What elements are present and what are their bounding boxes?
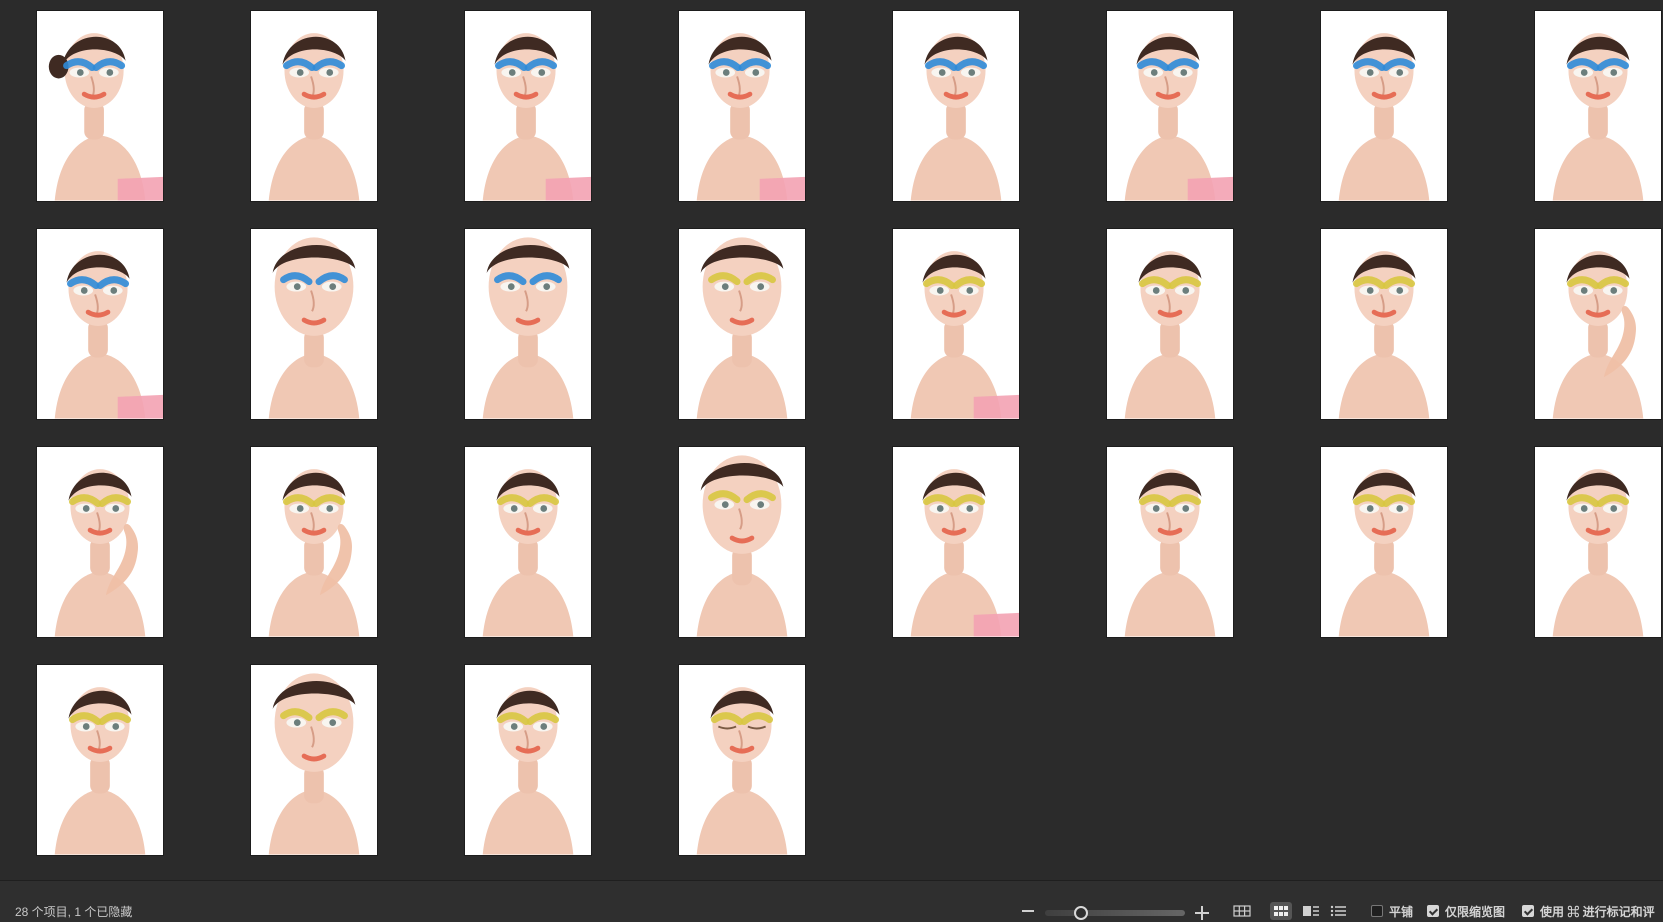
portrait-image <box>679 229 805 419</box>
portrait-image <box>37 665 163 855</box>
photo-thumbnail[interactable] <box>1320 446 1448 638</box>
portrait-image <box>465 665 591 855</box>
portrait-image <box>1321 229 1447 419</box>
portrait-image <box>37 229 163 419</box>
photo-thumbnail[interactable] <box>678 664 806 856</box>
portrait-image <box>251 229 377 419</box>
photo-thumbnail[interactable] <box>464 664 592 856</box>
grid-small-icon[interactable] <box>1270 902 1292 920</box>
portrait-image <box>1321 11 1447 201</box>
portrait-image <box>465 11 591 201</box>
photo-thumbnail[interactable] <box>1106 228 1234 420</box>
tile-label: 平铺 <box>1389 904 1414 919</box>
photo-thumbnail[interactable] <box>464 10 592 202</box>
photo-thumbnail[interactable] <box>892 10 1020 202</box>
portrait-image <box>893 11 1019 201</box>
photo-thumbnail[interactable] <box>36 10 164 202</box>
portrait-image <box>679 665 805 855</box>
photo-thumbnail[interactable] <box>36 228 164 420</box>
status-bar: 28 个项目, 1 个已隐藏 平铺 仅限缩览图 使用 ⌘ 进行标记和评 <box>0 880 1663 922</box>
photo-thumbnail[interactable] <box>1534 228 1662 420</box>
photo-thumbnail[interactable] <box>1320 228 1448 420</box>
photo-thumbnail[interactable] <box>36 664 164 856</box>
portrait-image <box>679 447 805 637</box>
photo-thumbnail[interactable] <box>250 228 378 420</box>
photo-thumbnail[interactable] <box>250 10 378 202</box>
portrait-image <box>893 229 1019 419</box>
portrait-image <box>37 447 163 637</box>
portrait-image <box>1535 447 1661 637</box>
portrait-image <box>251 665 377 855</box>
portrait-image <box>679 11 805 201</box>
photo-thumbnail[interactable] <box>1106 10 1234 202</box>
photo-thumbnail[interactable] <box>250 664 378 856</box>
photo-thumbnail[interactable] <box>250 446 378 638</box>
zoom-out-icon[interactable] <box>1020 894 1036 912</box>
photo-thumbnail[interactable] <box>892 446 1020 638</box>
photo-thumbnail[interactable] <box>464 228 592 420</box>
slider-thumb[interactable] <box>1074 906 1088 920</box>
thumbnail-size-slider[interactable] <box>1045 906 1185 920</box>
thumbnail-only-label: 仅限缩览图 <box>1445 904 1506 919</box>
portrait-image <box>251 447 377 637</box>
photo-thumbnail[interactable] <box>1534 10 1662 202</box>
portrait-image <box>465 229 591 419</box>
portrait-image <box>465 447 591 637</box>
photo-browser-window: 28 个项目, 1 个已隐藏 平铺 仅限缩览图 使用 ⌘ 进行标记和评 <box>0 0 1663 922</box>
photo-thumbnail[interactable] <box>1106 446 1234 638</box>
details-view-icon[interactable] <box>1328 902 1350 920</box>
grid-large-icon[interactable] <box>1231 902 1253 920</box>
photo-thumbnail[interactable] <box>678 228 806 420</box>
photo-thumbnail[interactable] <box>1320 10 1448 202</box>
tile-option[interactable]: 平铺 <box>1371 902 1413 920</box>
photo-thumbnail[interactable] <box>678 10 806 202</box>
portrait-image <box>1321 447 1447 637</box>
photo-grid[interactable] <box>0 0 1663 880</box>
thumbnail-only-option[interactable]: 仅限缩览图 <box>1427 902 1505 920</box>
portrait-image <box>1535 229 1661 419</box>
portrait-image <box>251 11 377 201</box>
photo-thumbnail[interactable] <box>464 446 592 638</box>
portrait-image <box>1107 11 1233 201</box>
list-view-icon[interactable] <box>1300 902 1322 920</box>
photo-thumbnail[interactable] <box>36 446 164 638</box>
photo-thumbnail[interactable] <box>1534 446 1662 638</box>
photo-thumbnail[interactable] <box>892 228 1020 420</box>
portrait-image <box>1535 11 1661 201</box>
portrait-image <box>37 11 163 201</box>
item-count-label: 28 个项目, 1 个已隐藏 <box>15 905 133 919</box>
use-command-checkbox-icon[interactable] <box>1522 905 1534 917</box>
tile-checkbox-icon[interactable] <box>1371 905 1383 917</box>
portrait-image <box>893 447 1019 637</box>
slider-track <box>1045 910 1185 916</box>
zoom-in-icon[interactable] <box>1194 905 1210 921</box>
use-command-option[interactable]: 使用 ⌘ 进行标记和评 <box>1522 902 1655 920</box>
thumbnail-only-checkbox-icon[interactable] <box>1427 905 1439 917</box>
portrait-image <box>1107 229 1233 419</box>
use-command-label: 使用 ⌘ 进行标记和评 <box>1540 904 1655 919</box>
portrait-image <box>1107 447 1233 637</box>
photo-thumbnail[interactable] <box>678 446 806 638</box>
